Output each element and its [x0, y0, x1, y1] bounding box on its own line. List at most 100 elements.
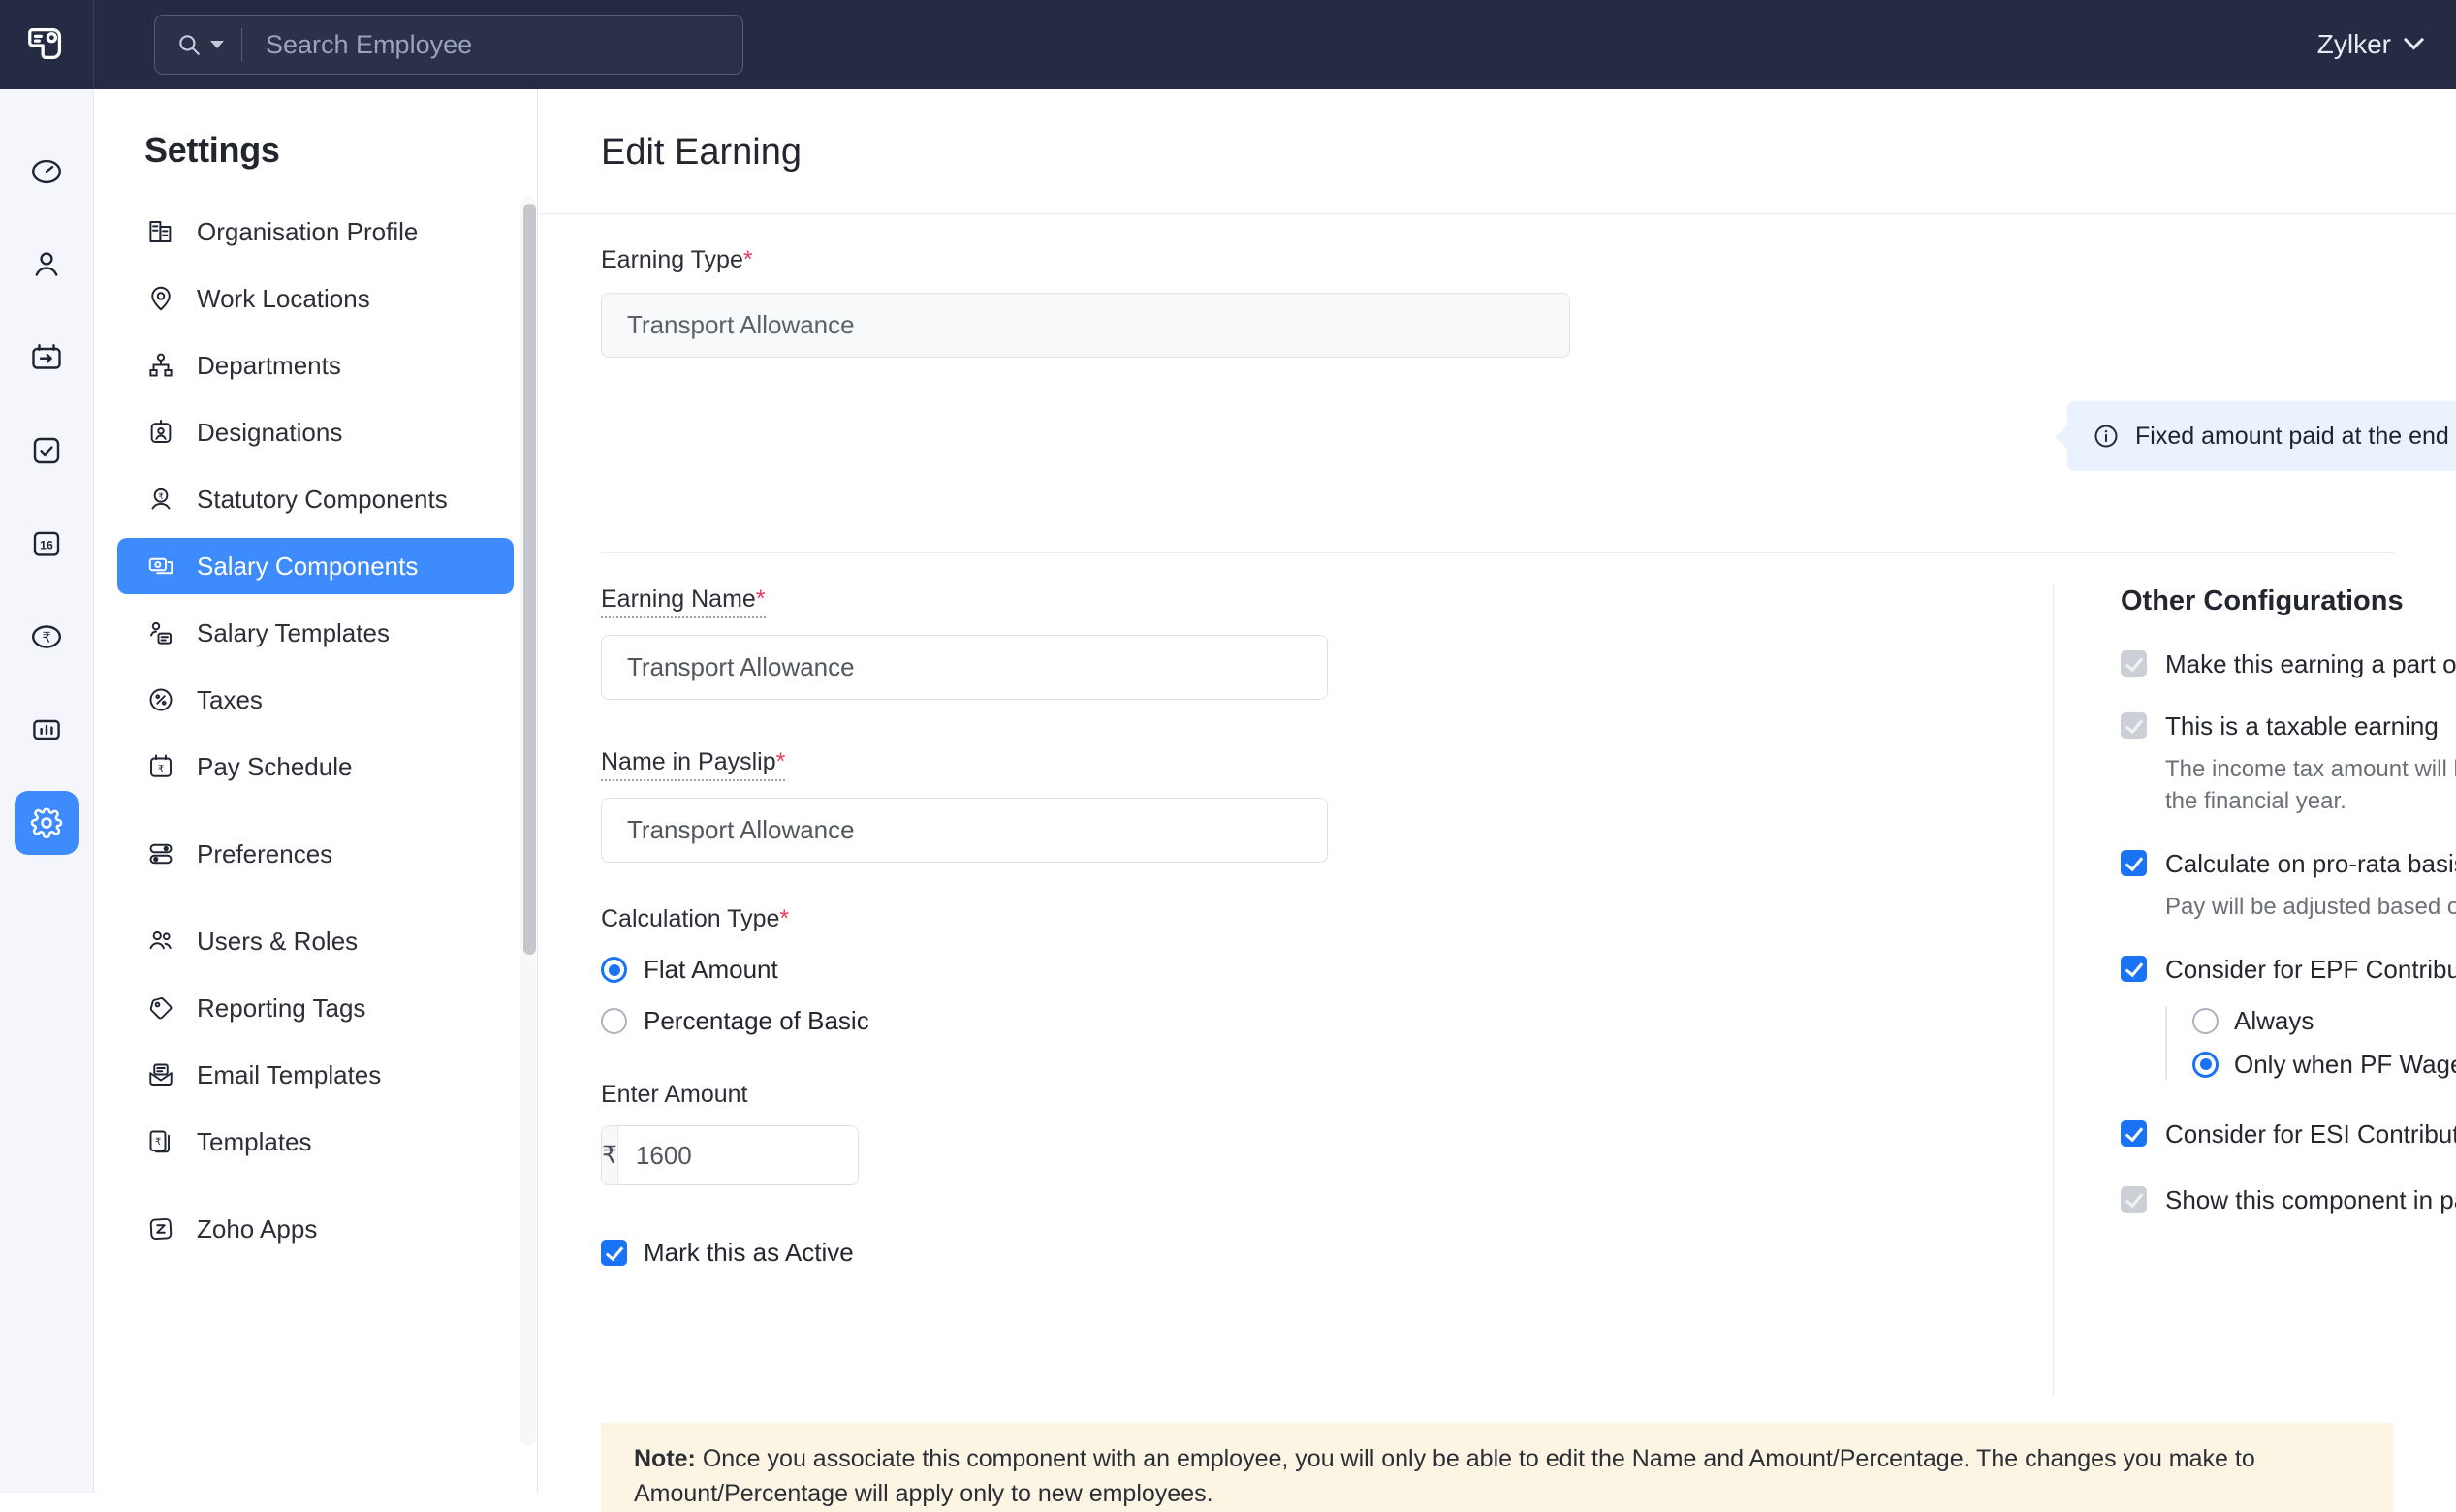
title-divider: [539, 213, 2456, 214]
rail-item-dashboard[interactable]: [15, 140, 79, 204]
sidebar-item-templates[interactable]: ₹ Templates: [117, 1114, 514, 1170]
other-configurations-column: Other Configurations Make this earning a…: [2121, 585, 2456, 1215]
config-row-esi[interactable]: Consider for ESI Contribution: [2121, 1118, 2456, 1150]
page-title: Edit Earning: [601, 132, 803, 173]
rupee-person-icon: ₹: [144, 483, 177, 516]
epf-option-pf-wage-limit[interactable]: Only when PF Wage is less than ₹ 15,000 …: [2192, 1050, 2456, 1080]
config-row-show-in-payslip[interactable]: Show this component in payslip: [2121, 1185, 2456, 1215]
note-prefix: Note:: [634, 1445, 696, 1472]
rail-item-calendar[interactable]: 16: [15, 512, 79, 576]
section-divider: [601, 552, 2394, 553]
mark-active-checkbox[interactable]: [601, 1240, 627, 1266]
name-in-payslip-label-inner: Name in Payslip*: [601, 748, 786, 781]
salary-cards-icon: [144, 550, 177, 583]
required-marker: *: [775, 748, 786, 775]
sidebar-item-users-roles[interactable]: Users & Roles: [117, 913, 514, 969]
name-in-payslip-label: Name in Payslip*: [601, 748, 1425, 781]
top-bar: Zylker: [0, 0, 2456, 89]
svg-text:₹: ₹: [155, 1137, 161, 1148]
rail-item-leave[interactable]: [15, 326, 79, 390]
esi-label: Consider for ESI Contribution: [2165, 1118, 2456, 1149]
sidebar-item-label: Users & Roles: [197, 926, 359, 956]
earning-type-tooltip: Fixed amount paid at the end of every mo…: [2055, 401, 2456, 471]
app-icon-rail: 16 ₹: [0, 89, 94, 1493]
earning-type-field-group: Earning Type*: [601, 246, 1570, 358]
radio-flat-amount[interactable]: [601, 957, 627, 983]
sidebar-item-work-locations[interactable]: Work Locations: [117, 270, 514, 327]
amount-field[interactable]: ₹: [601, 1125, 859, 1185]
payroll-logo-icon[interactable]: [0, 0, 93, 89]
epf-label: Consider for EPF Contribution: [2165, 955, 2456, 984]
map-pin-icon: [144, 282, 177, 315]
config-row-epf[interactable]: Consider for EPF Contribution: [2121, 955, 2456, 985]
radio-epf-pf-wage-limit[interactable]: [2192, 1051, 2219, 1078]
svg-text:₹: ₹: [42, 630, 50, 646]
sidebar-item-organisation-profile[interactable]: Organisation Profile: [117, 204, 514, 260]
sidebar-item-pay-schedule[interactable]: ₹ Pay Schedule: [117, 739, 514, 795]
sidebar-item-statutory-components[interactable]: ₹ Statutory Components: [117, 471, 514, 527]
sliders-icon: [144, 837, 177, 870]
sidebar-item-reporting-tags[interactable]: Reporting Tags: [117, 980, 514, 1036]
sidebar-item-preferences[interactable]: Preferences: [117, 826, 514, 882]
radio-epf-always-label: Always: [2234, 1005, 2314, 1035]
column-divider: [2053, 583, 2054, 1396]
sidebar-item-zoho-apps[interactable]: Zoho Apps: [117, 1201, 514, 1257]
earning-name-label-text: Earning Name: [601, 585, 756, 613]
rail-item-settings[interactable]: [15, 791, 79, 855]
amount-input[interactable]: [617, 1126, 858, 1184]
caret-down-icon: [210, 41, 224, 48]
radio-epf-always[interactable]: [2192, 1007, 2219, 1034]
svg-text:₹: ₹: [158, 764, 164, 774]
config-row-taxable-earning[interactable]: This is a taxable earning: [2121, 711, 2456, 741]
id-badge-icon: [144, 416, 177, 449]
mark-active-label: Mark this as Active: [644, 1238, 854, 1267]
search-input[interactable]: [242, 16, 742, 74]
mark-active-checkbox-row[interactable]: Mark this as Active: [601, 1238, 1425, 1268]
tag-icon: [144, 992, 177, 1024]
sidebar-item-departments[interactable]: Departments: [117, 337, 514, 394]
config-row-pro-rata[interactable]: Calculate on pro-rata basis: [2121, 849, 2456, 879]
search-scope-dropdown[interactable]: [155, 32, 241, 57]
sidebar-item-taxes[interactable]: Taxes: [117, 672, 514, 728]
earning-type-input[interactable]: [601, 293, 1570, 358]
rail-item-payroll[interactable]: ₹: [15, 605, 79, 669]
sidebar-item-label: Organisation Profile: [197, 216, 419, 246]
percent-circle-icon: [144, 683, 177, 716]
rail-item-employees[interactable]: [15, 233, 79, 297]
sidebar-item-label: Statutory Components: [197, 484, 448, 514]
note-text: Once you associate this component with a…: [634, 1445, 2255, 1507]
sidebar-item-designations[interactable]: Designations: [117, 404, 514, 460]
calculation-type-option-flat-amount[interactable]: Flat Amount: [601, 955, 1425, 985]
settings-scrollbar-thumb[interactable]: [523, 204, 536, 955]
radio-epf-pf-wage-limit-label: Only when PF Wage is less than ₹ 15,000: [2234, 1049, 2456, 1079]
epf-options-group: Always Only when PF Wage is less than ₹ …: [2165, 1005, 2456, 1080]
earning-name-label-inner: Earning Name*: [601, 585, 766, 618]
earning-name-input[interactable]: [601, 635, 1328, 700]
sidebar-item-label: Salary Templates: [197, 617, 390, 647]
pro-rata-label: Calculate on pro-rata basis: [2165, 849, 2456, 878]
show-in-payslip-checkbox: [2121, 1185, 2147, 1213]
esi-checkbox[interactable]: [2121, 1119, 2147, 1147]
required-marker: *: [755, 585, 766, 613]
rail-item-approvals[interactable]: [15, 419, 79, 483]
pro-rata-checkbox[interactable]: [2121, 850, 2147, 876]
org-switcher[interactable]: Zylker: [2317, 28, 2425, 60]
radio-percentage-of-basic[interactable]: [601, 1008, 627, 1034]
earning-type-label: Earning Type*: [601, 246, 1570, 274]
config-row-salary-structure[interactable]: Make this earning a part of the employee…: [2121, 649, 2456, 679]
svg-text:16: 16: [40, 538, 53, 551]
calculation-type-option-percentage-of-basic[interactable]: Percentage of Basic: [601, 1006, 1425, 1036]
search-bar[interactable]: [154, 15, 743, 75]
sidebar-item-email-templates[interactable]: Email Templates: [117, 1047, 514, 1103]
currency-symbol: ₹: [602, 1126, 618, 1184]
name-in-payslip-label-text: Name in Payslip: [601, 748, 776, 775]
sidebar-item-salary-components[interactable]: Salary Components: [117, 538, 514, 594]
epf-option-always[interactable]: Always: [2192, 1006, 2456, 1036]
epf-checkbox[interactable]: [2121, 956, 2147, 982]
name-in-payslip-input[interactable]: [601, 798, 1328, 863]
sidebar-item-label: Preferences: [197, 838, 333, 868]
rail-item-reports[interactable]: [15, 698, 79, 762]
sidebar-item-salary-templates[interactable]: Salary Templates: [117, 605, 514, 661]
settings-nav-list: Organisation Profile Work Locations Depart…: [94, 171, 537, 1257]
earning-type-label-text: Earning Type: [601, 246, 743, 273]
